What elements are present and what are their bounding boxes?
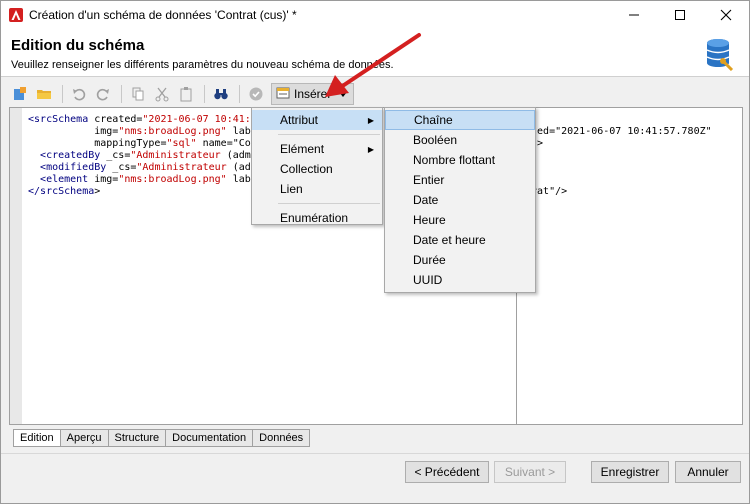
submenu-item-duree[interactable]: Durée — [385, 250, 535, 270]
submenu-item-nombre-flottant[interactable]: Nombre flottant — [385, 150, 535, 170]
previous-button[interactable]: < Précédent — [405, 461, 489, 483]
menu-item-attribut[interactable]: Attribut ▶ — [252, 110, 382, 130]
next-button[interactable]: Suivant > — [494, 461, 566, 483]
menu-item-lien[interactable]: Lien — [252, 179, 382, 199]
footer-divider — [1, 453, 749, 454]
maximize-button[interactable] — [657, 1, 703, 29]
undo-icon[interactable] — [68, 83, 90, 105]
insert-menu: Attribut ▶ Elément ▶ Collection Lien Enu… — [251, 107, 383, 225]
tab-documentation[interactable]: Documentation — [166, 429, 254, 447]
menu-item-label: Collection — [280, 162, 333, 176]
menu-item-label: Lien — [280, 182, 303, 196]
editor-tabs: Edition Aperçu Structure Documentation D… — [13, 429, 311, 447]
submenu-item-date[interactable]: Date — [385, 190, 535, 210]
cut-icon[interactable] — [151, 83, 173, 105]
menu-separator — [278, 134, 380, 135]
toolbar-separator — [62, 85, 63, 103]
submenu-item-uuid[interactable]: UUID — [385, 270, 535, 290]
save-button[interactable]: Enregistrer — [591, 461, 669, 483]
binoculars-icon[interactable] — [210, 83, 232, 105]
menu-separator — [278, 203, 380, 204]
toolbar-separator — [121, 85, 122, 103]
page-title: Edition du schéma — [11, 37, 145, 54]
window-controls — [611, 1, 749, 29]
minimize-button[interactable] — [611, 1, 657, 29]
tab-donnees[interactable]: Données — [253, 429, 311, 447]
submenu-item-date-et-heure[interactable]: Date et heure — [385, 230, 535, 250]
submenu-item-heure[interactable]: Heure — [385, 210, 535, 230]
submenu-item-entier[interactable]: Entier — [385, 170, 535, 190]
new-schema-icon[interactable] — [9, 83, 31, 105]
attribute-type-submenu: Chaîne Booléen Nombre flottant Entier Da… — [384, 107, 536, 293]
open-folder-icon[interactable] — [33, 83, 55, 105]
redo-icon[interactable] — [92, 83, 114, 105]
chevron-right-icon: ▶ — [367, 144, 374, 154]
menu-item-label: Enumération — [280, 211, 349, 225]
xml-code-right: ated="2021-06-07 10:41:57.780Z"s"> trat"… — [525, 126, 712, 198]
toolbar-separator — [239, 85, 240, 103]
dialog-window: Création d'un schéma de données 'Contrat… — [0, 0, 750, 504]
chevron-right-icon: ▶ — [367, 115, 374, 125]
submenu-item-booleen[interactable]: Booléen — [385, 130, 535, 150]
adobe-app-icon — [9, 8, 23, 22]
tab-edition[interactable]: Edition — [13, 429, 61, 447]
xml-preview-pane[interactable]: ated="2021-06-07 10:41:57.780Z"s"> trat"… — [516, 108, 742, 424]
menu-item-label: Attribut — [280, 113, 319, 127]
insert-icon — [276, 86, 290, 103]
editor-gutter — [10, 108, 22, 424]
window-title: Création d'un schéma de données 'Contrat… — [29, 8, 297, 22]
tab-structure[interactable]: Structure — [108, 429, 167, 447]
check-icon[interactable] — [245, 83, 267, 105]
code-line: trat"/> — [525, 186, 568, 197]
annotation-arrow-icon — [325, 33, 421, 97]
paste-icon[interactable] — [175, 83, 197, 105]
menu-item-element[interactable]: Elément ▶ — [252, 139, 382, 159]
submenu-item-chaine[interactable]: Chaîne — [385, 110, 535, 130]
menu-item-collection[interactable]: Collection — [252, 159, 382, 179]
cancel-button[interactable]: Annuler — [675, 461, 741, 483]
toolbar-separator — [204, 85, 205, 103]
code-line: ated="2021-06-07 10:41:57.780Z" — [525, 126, 712, 137]
title-bar: Création d'un schéma de données 'Contrat… — [1, 1, 749, 29]
tab-apercu[interactable]: Aperçu — [60, 429, 109, 447]
database-icon — [705, 37, 735, 72]
close-button[interactable] — [703, 1, 749, 29]
copy-icon[interactable] — [127, 83, 149, 105]
menu-item-enumeration[interactable]: Enumération — [252, 208, 382, 228]
menu-item-label: Elément — [280, 142, 325, 156]
code-line: s"> — [525, 138, 712, 150]
